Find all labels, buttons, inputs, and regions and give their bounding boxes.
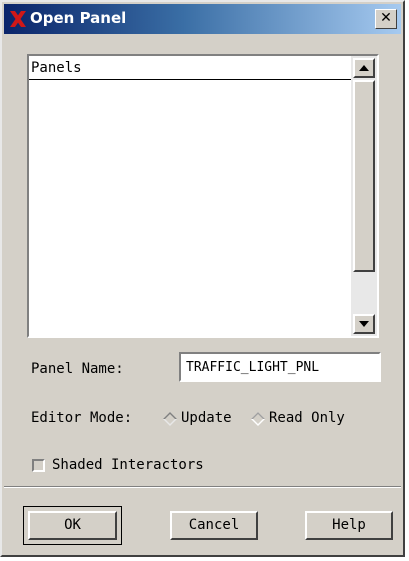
shaded-interactors-label: Shaded Interactors xyxy=(52,457,204,473)
scroll-up-button[interactable] xyxy=(353,58,375,78)
radio-update[interactable]: Update xyxy=(163,410,245,428)
panel-name-label: Panel Name: xyxy=(31,361,124,377)
arrow-down-icon xyxy=(359,321,369,327)
button-separator xyxy=(4,486,401,488)
open-panel-dialog: Open Panel ✕ Panels Panel Name: Editor M… xyxy=(0,0,405,557)
help-button[interactable]: Help xyxy=(305,511,393,540)
panels-list[interactable]: Panels xyxy=(27,54,379,338)
list-header-divider xyxy=(29,79,351,80)
radio-diamond-icon xyxy=(251,412,265,426)
radio-read-only-label: Read Only xyxy=(269,410,345,426)
scroll-down-button[interactable] xyxy=(353,314,375,334)
radio-update-label: Update xyxy=(181,410,232,426)
arrow-up-icon xyxy=(359,65,369,71)
scroll-thumb[interactable] xyxy=(353,80,375,272)
title-bar[interactable]: Open Panel ✕ xyxy=(4,4,401,34)
close-icon: ✕ xyxy=(380,10,392,26)
shaded-interactors-checkbox[interactable] xyxy=(32,459,45,472)
panel-name-input[interactable] xyxy=(179,352,381,382)
window-title: Open Panel xyxy=(30,9,127,27)
close-button[interactable]: ✕ xyxy=(375,9,397,29)
cancel-button[interactable]: Cancel xyxy=(170,511,258,540)
x-logo-icon xyxy=(10,11,26,27)
panels-list-header: Panels xyxy=(31,60,82,76)
editor-mode-label: Editor Mode: xyxy=(31,410,133,426)
radio-read-only[interactable]: Read Only xyxy=(251,410,367,428)
radio-diamond-icon xyxy=(163,412,177,426)
ok-button[interactable]: OK xyxy=(28,511,117,540)
panels-scrollbar[interactable] xyxy=(351,56,377,336)
